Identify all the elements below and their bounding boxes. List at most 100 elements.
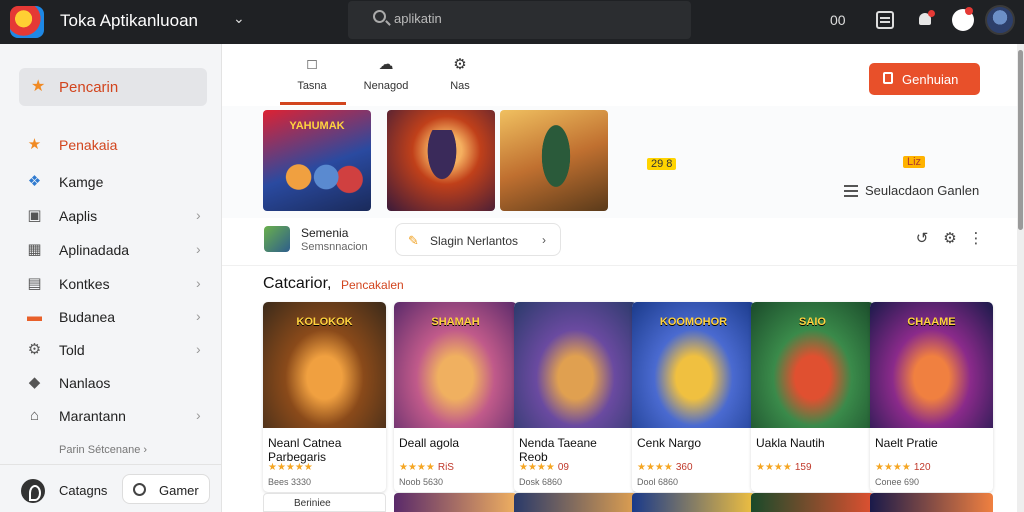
sidebar-item[interactable]: ◆ Nanlaos: [0, 369, 222, 397]
primary-action-label: Genhuian: [902, 72, 959, 87]
game-card[interactable]: SAIO Uakla Nautih ★★★★ 159: [751, 302, 874, 492]
rating-stars: ★★★★★: [268, 462, 316, 473]
sidebar-footer: Catagns Gamer: [0, 464, 222, 512]
search-input[interactable]: [394, 11, 674, 26]
tab-nas[interactable]: ⚙ Nas: [425, 56, 495, 104]
game-card-peek[interactable]: Beriniee: [263, 493, 386, 512]
rating-stars: ★★★★ 120: [875, 462, 931, 473]
sidebar-item-label: Nanlaos: [59, 375, 111, 391]
sidebar-item[interactable]: ★ Penakaia: [0, 131, 222, 159]
rating-score: 360: [675, 462, 693, 473]
banner-link[interactable]: Seulacdaon Ganlen: [865, 183, 979, 198]
hero-art: [271, 153, 363, 201]
game-card-peek[interactable]: [870, 493, 993, 512]
sidebar-item[interactable]: ▬ Budanea ›: [0, 303, 222, 331]
avatar[interactable]: [985, 5, 1015, 35]
hero-card[interactable]: YAHUMAK: [263, 110, 371, 211]
sidebar-item-label: Penakaia: [59, 137, 118, 153]
hero-art: [417, 130, 467, 200]
share-icon[interactable]: ↺: [913, 230, 931, 248]
rating-score: 120: [913, 462, 931, 473]
chevron-down-icon[interactable]: ⌄: [233, 10, 245, 27]
notification-icon[interactable]: [917, 10, 935, 29]
game-card[interactable]: KOOMOHOR Cenk Nargo ★★★★ 360 Dool 6860: [632, 302, 755, 492]
footer-button[interactable]: Gamer: [122, 474, 210, 504]
sidebar-item-label: Aplinadada: [59, 242, 130, 258]
scrollbar[interactable]: [1017, 44, 1024, 512]
list-icon: [844, 185, 858, 197]
section-title: Catcarior,: [263, 275, 332, 292]
calendar-icon: ▤: [27, 275, 42, 292]
bookmark-icon: □: [307, 56, 317, 73]
game-card-title: Naelt Pratie: [875, 436, 938, 450]
help-icon[interactable]: [21, 479, 45, 503]
section-subtitle[interactable]: Pencakalen: [341, 278, 404, 292]
sidebar-item-label: Budanea: [59, 309, 116, 325]
hero-card[interactable]: [387, 110, 495, 211]
game-card-title-line: Deall agola: [399, 436, 460, 450]
pencil-icon: ✎: [408, 233, 419, 248]
footer-label[interactable]: Catagns: [59, 483, 107, 498]
search-icon: [373, 10, 386, 23]
game-card[interactable]: KOLOKOK Neanl Catnea Parbegaris ★★★★★ Bees 3…: [263, 302, 386, 492]
game-card-peek[interactable]: [394, 493, 517, 512]
game-card-title: Nenda Taeane Reob: [519, 436, 597, 464]
game-card[interactable]: CHAAME Naelt Pratie ★★★★ 120 Conee 690: [870, 302, 993, 492]
sidebar-item[interactable]: ⌂ Marantann ›: [0, 402, 222, 430]
sidebar-primary-item[interactable]: ★ Pencarin: [19, 68, 207, 106]
chevron-right-icon: ›: [542, 233, 546, 247]
grid-icon[interactable]: [876, 11, 894, 29]
rating-score: 159: [794, 462, 812, 473]
star-icon: ★★★★: [875, 462, 911, 473]
sidebar-more-link[interactable]: Parin Sétcenane ›: [59, 444, 147, 456]
sidebar-item-label: Kamge: [59, 174, 104, 190]
game-card-peek[interactable]: [632, 493, 755, 512]
scrollbar-thumb[interactable]: [1018, 50, 1023, 230]
sidebar-item[interactable]: ▣ Aaplis ›: [0, 202, 222, 230]
star-icon: ★: [31, 78, 46, 95]
app-thumbnail[interactable]: [264, 226, 290, 252]
rating-stars: ★★★★ 09: [519, 462, 569, 473]
game-card-peek[interactable]: [751, 493, 874, 512]
game-card-art: CHAAME: [870, 302, 993, 428]
hero-card[interactable]: [500, 110, 608, 211]
star-icon: ★★★★★: [268, 462, 313, 473]
game-card-title: Uakla Nautih: [756, 436, 825, 450]
star-icon: ★★★★: [399, 462, 435, 473]
tab-tasna[interactable]: □ Tasna: [277, 56, 347, 104]
star-icon: ★★★★: [637, 462, 673, 473]
tab-nenagod[interactable]: ☁ Nenagod: [351, 56, 421, 104]
featured-banner: YAHUMAK 29 8 Liz Seulacdaon Ganlen: [222, 106, 1024, 218]
app-info-bar: Semenia Semsnnacion ✎ Slagin Nerlantos ›…: [222, 218, 1024, 266]
sidebar-item[interactable]: ▦ Aplinadada ›: [0, 236, 222, 264]
app-logo[interactable]: [10, 6, 44, 38]
chevron-right-icon: ›: [196, 275, 201, 291]
top-bar: Toka Aptikanluoan ⌄ 00: [0, 0, 1024, 44]
promo-chip: 29 8: [647, 158, 677, 170]
settings-icon[interactable]: ⚙: [941, 230, 959, 248]
game-card-meta: Noob 5630: [399, 477, 444, 487]
nav-button[interactable]: ✎ Slagin Nerlantos ›: [395, 223, 561, 256]
chevron-right-icon: ›: [196, 241, 201, 257]
tag-icon: ◆: [28, 374, 41, 391]
game-card-title: Cenk Nargo: [637, 436, 701, 450]
game-card-art-title: KOLOKOK: [296, 316, 353, 328]
game-card-title-line: Cenk Nargo: [637, 436, 702, 450]
gamepad-icon[interactable]: [952, 7, 974, 31]
game-card-meta: Dool 6860: [637, 477, 679, 487]
sidebar-item-label: Kontkes: [59, 276, 110, 292]
sidebar-item[interactable]: ▤ Kontkes ›: [0, 270, 222, 298]
primary-action-button[interactable]: Genhuian: [869, 63, 980, 95]
sidebar-item-label: Told: [59, 342, 85, 358]
sidebar-item[interactable]: ⚙ Told ›: [0, 336, 222, 364]
sidebar-item[interactable]: ❖ Kamge: [0, 168, 222, 196]
image-icon: ▣: [27, 207, 42, 224]
app-title: Toka Aptikanluoan: [60, 11, 198, 30]
promo-chip: Liz: [903, 156, 926, 168]
game-card-peek[interactable]: [514, 493, 637, 512]
game-card[interactable]: SHAMAH Deall agola ★★★★ RiS Noob 5630: [394, 302, 517, 492]
bag-icon: [883, 72, 893, 84]
rating-stars: ★★★★ RiS: [399, 462, 454, 473]
game-card[interactable]: Nenda Taeane Reob ★★★★ 09 Dosk 6860: [514, 302, 637, 492]
more-icon[interactable]: ⋮: [967, 230, 985, 248]
